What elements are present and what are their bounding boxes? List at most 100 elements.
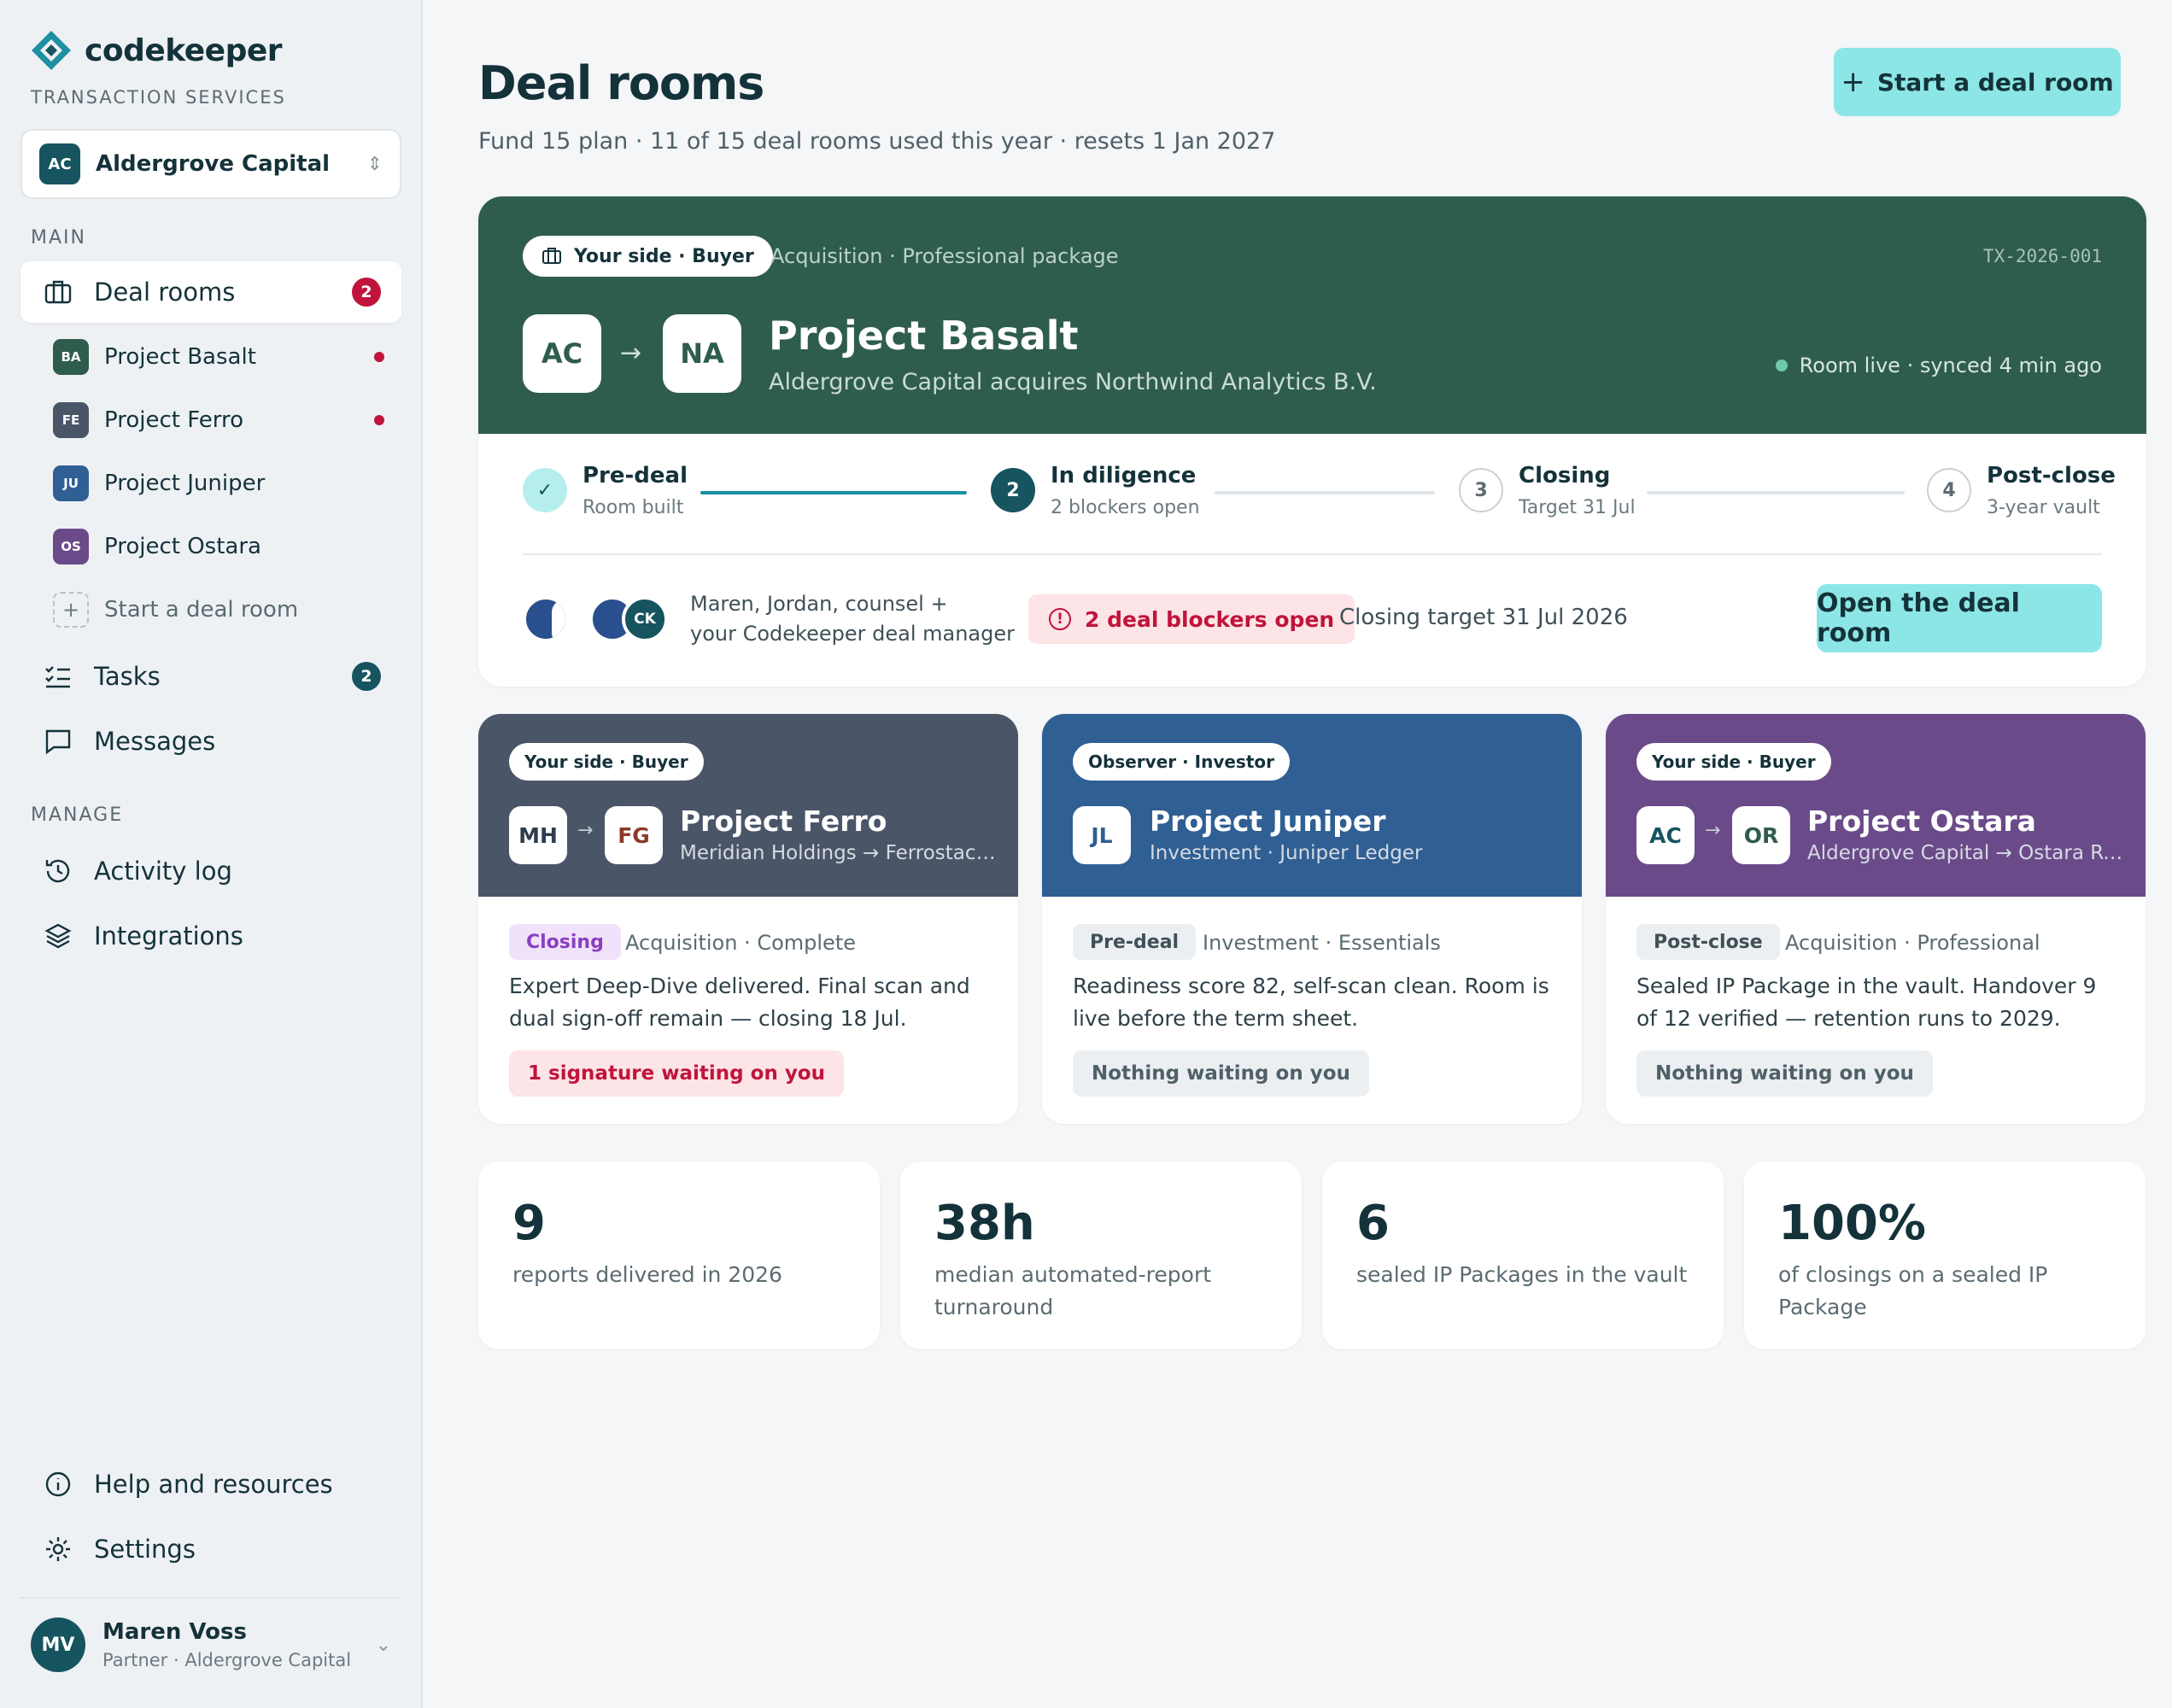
briefcase-icon [41, 275, 75, 309]
nav-messages-label: Messages [94, 727, 216, 756]
side-pill: Observer · Investor [1073, 743, 1290, 781]
target-avatar: JL [1073, 806, 1131, 864]
nav-integrations-label: Integrations [94, 921, 243, 951]
nav-settings-label: Settings [94, 1535, 196, 1564]
deal-card-project-juniper[interactable]: Observer · Investor JL Project Juniper I… [1042, 714, 1582, 1124]
step-subtitle: 3-year vault [1987, 497, 2100, 518]
step-connector [1215, 491, 1435, 494]
project-label: Project Ostara [104, 534, 261, 559]
brand[interactable]: codekeeper [30, 29, 283, 72]
org-switcher[interactable]: AC Aldergrove Capital ⇕ [20, 129, 401, 199]
stage-tag: Closing [509, 924, 621, 960]
start-deal-room-label: Start a deal room [104, 597, 299, 623]
start-deal-room-label: Start a deal room [1876, 67, 2114, 97]
target-avatar: OR [1732, 806, 1790, 864]
step-number: 4 [1927, 468, 1971, 512]
buyer-avatar: AC [1636, 806, 1695, 864]
project-label: Project Juniper [104, 471, 266, 496]
step-closing: 3 Closing Target 31 Jul [1459, 463, 1636, 518]
project-label: Project Ferro [104, 407, 244, 433]
deal-card-project-ostara[interactable]: Your side · Buyer AC → OR Project Ostara… [1606, 714, 2146, 1124]
stat-value: 9 [512, 1196, 546, 1251]
step-title: Closing [1519, 463, 1611, 488]
sync-status: Room live · synced 4 min ago [1775, 354, 2102, 377]
nav-deal-rooms[interactable]: Deal rooms 2 [20, 261, 401, 323]
check-icon: ✓ [523, 468, 567, 512]
stat-label: sealed IP Packages in the vault [1356, 1262, 1688, 1287]
plus-icon: + [53, 592, 89, 628]
deal-name: Project Ferro [680, 804, 887, 838]
nav-activity-log[interactable]: Activity log [20, 840, 401, 902]
target-avatar: FG [605, 806, 663, 864]
stat-card-reports: 9 reports delivered in 2026 [478, 1161, 880, 1349]
checklist-icon [41, 659, 75, 693]
unread-dot [374, 415, 384, 425]
action-chip[interactable]: Nothing waiting on you [1636, 1050, 1933, 1097]
nav-settings[interactable]: Settings [20, 1518, 401, 1580]
user-name: Maren Voss [102, 1619, 247, 1645]
step-number: 2 [991, 468, 1035, 512]
deal-kind: Acquisition · Complete [625, 931, 856, 955]
start-deal-room-button[interactable]: + Start a deal room [1834, 48, 2121, 116]
participants-line: Maren, Jordan, counsel + [690, 592, 948, 616]
sidebar-start-deal-room[interactable]: + Start a deal room [53, 584, 395, 635]
deal-rooms-count-badge: 2 [352, 278, 381, 307]
deal-name: Project Ostara [1807, 804, 2036, 838]
deal-parties: Aldergrove Capital → Ostara Ro... [1807, 842, 2123, 864]
nav-deal-rooms-label: Deal rooms [94, 278, 236, 307]
step-subtitle: Room built [583, 497, 684, 518]
buyer-avatar: AC [523, 314, 601, 393]
layers-icon [41, 919, 75, 953]
nav-messages[interactable]: Messages [20, 711, 401, 772]
deal-description: Aldergrove Capital acquires Northwind An… [769, 369, 1377, 395]
live-dot [1775, 360, 1788, 371]
deal-card-project-ferro[interactable]: Your side · Buyer MH → FG Project Ferro … [478, 714, 1018, 1124]
sidebar-item-project-ferro[interactable]: FE Project Ferro [53, 395, 395, 446]
chevron-up-down-icon: ⇕ [366, 153, 383, 175]
blockers-badge[interactable]: ! 2 deal blockers open [1028, 594, 1355, 644]
step-connector-complete [700, 491, 967, 494]
sync-status-label: Room live · synced 4 min ago [1799, 354, 2102, 377]
deal-kind: Acquisition · Professional [1785, 931, 2040, 955]
org-name: Aldergrove Capital [96, 151, 331, 177]
side-pill: Your side · Buyer [509, 743, 704, 781]
step-title: Post-close [1987, 463, 2116, 488]
nav-integrations[interactable]: Integrations [20, 905, 401, 967]
user-menu[interactable]: MV Maren Voss Partner · Aldergrove Capit… [20, 1597, 401, 1691]
step-connector [1647, 491, 1905, 494]
target-avatar: NA [663, 314, 741, 393]
nav-help[interactable]: Help and resources [20, 1454, 401, 1515]
nav-tasks[interactable]: Tasks 2 [20, 646, 401, 707]
action-chip[interactable]: 1 signature waiting on you [509, 1050, 844, 1097]
chevron-down-icon: ⌄ [375, 1634, 391, 1656]
action-chip[interactable]: Nothing waiting on you [1073, 1050, 1369, 1097]
section-label-main: MAIN [31, 227, 86, 249]
side-pill: Your side · Buyer [1636, 743, 1831, 781]
stat-value: 6 [1356, 1196, 1390, 1251]
nav-tasks-label: Tasks [94, 662, 161, 691]
participant-avatar-ck: CK [622, 596, 668, 642]
message-icon [41, 724, 75, 758]
page-title: Deal rooms [478, 56, 764, 110]
featured-deal-card[interactable]: Your side · Buyer Acquisition · Professi… [478, 196, 2146, 687]
arrow-right-icon: → [577, 820, 594, 841]
sidebar-item-project-ostara[interactable]: OS Project Ostara [53, 521, 395, 572]
project-avatar: OS [53, 529, 89, 564]
buyer-avatar: MH [509, 806, 567, 864]
section-label-manage: MANAGE [31, 804, 124, 826]
sidebar-item-project-juniper[interactable]: JU Project Juniper [53, 458, 395, 509]
sidebar: codekeeper TRANSACTION SERVICES AC Alder… [0, 0, 423, 1708]
step-title: Pre-deal [583, 463, 688, 488]
nav-activity-log-label: Activity log [94, 857, 232, 886]
stage-tag: Pre-deal [1073, 924, 1197, 960]
deal-kind: Investment · Essentials [1203, 931, 1441, 955]
arrow-right-icon: → [620, 338, 642, 368]
open-deal-room-button[interactable]: Open the deal room [1817, 584, 2102, 652]
brand-name: codekeeper [85, 32, 283, 68]
sidebar-item-project-basalt[interactable]: BA Project Basalt [53, 331, 395, 383]
plan-usage: Fund 15 plan · 11 of 15 deal rooms used … [478, 128, 1276, 155]
deal-parties: Meridian Holdings → Ferrostack ... [680, 842, 996, 864]
step-title: In diligence [1051, 463, 1197, 488]
step-subtitle: Target 31 Jul [1519, 497, 1636, 518]
arrow-right-icon: → [1705, 820, 1721, 841]
